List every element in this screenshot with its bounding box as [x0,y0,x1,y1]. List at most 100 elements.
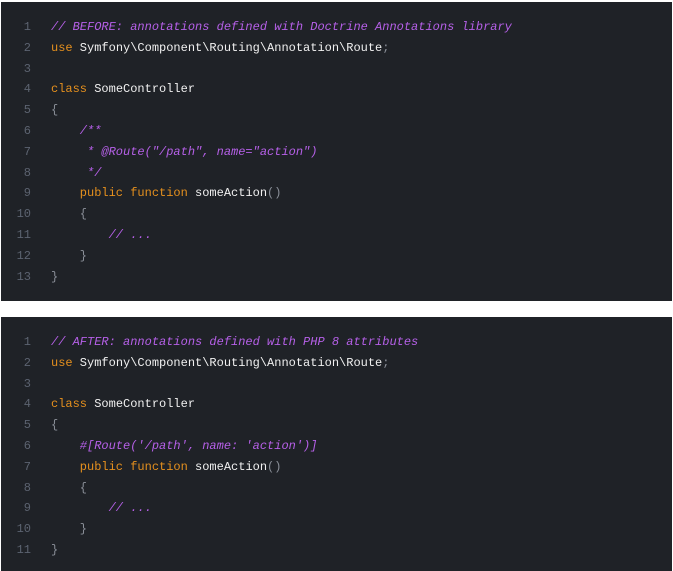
code-line: 2 use Symfony\Component\Routing\Annotatio… [1,38,672,59]
line-code: // AFTER: annotations defined with PHP 8… [51,332,418,353]
code-line: 10 } [1,519,672,540]
line-number: 2 [23,355,31,370]
code-token-punc: { [51,103,59,118]
code-block-before: 1 // BEFORE: annotations defined with Doc… [1,2,672,301]
code-line: 11} [1,540,672,561]
code-token-comment: // ... [51,501,152,516]
line-code: } [51,519,87,540]
line-number: 3 [23,61,31,76]
code-block-after: 1 // AFTER: annotations defined with PHP … [1,317,672,571]
code-token-punc: } [51,248,88,263]
line-number: 2 [23,40,31,55]
code-token-comment: * @Route("/path", name="action") [51,144,318,159]
code-token-punc: } [51,522,88,537]
line-code: /** [51,121,102,142]
code-line: 3 [1,374,672,395]
line-number: 13 [16,269,31,284]
line-number: 10 [16,522,31,537]
code-line: 7 * @Route("/path", name="action") [1,142,672,163]
code-token-punc: { [51,480,88,495]
line-number: 1 [23,335,31,349]
code-token-kw: class [51,397,88,412]
line-code: { [51,415,58,436]
code-token-punc: ; [382,40,390,55]
line-code: class SomeController [51,394,195,415]
code-token-text: Symfony\Component\Routing\Annotation\Rou… [72,40,383,55]
line-code: { [51,478,87,499]
code-line: 6 #[Route('/path', name: 'action')] [1,436,672,457]
code-line: 10 { [1,204,672,225]
code-line: 5{ [1,100,672,121]
code-token-punc: ; [382,355,390,370]
code-token-comment: */ [51,165,102,180]
code-line: 3 [1,59,672,80]
code-line: 4 class SomeController [1,394,672,415]
code-token-text: SomeController [87,82,196,97]
line-number: 8 [23,165,31,180]
line-number: 3 [23,376,31,391]
line-code: public function someAction() [51,457,282,478]
code-token-kw: class [51,82,88,97]
code-line: 8 */ [1,163,672,184]
line-number: 9 [23,186,31,201]
code-token-text: someAction [187,459,268,474]
code-line: 12 } [1,246,672,267]
code-token-text: someAction [187,186,268,201]
code-token-punc: } [51,269,59,284]
line-code: use Symfony\Component\Routing\Annotation… [51,38,389,59]
line-code: { [51,204,87,225]
line-number: 6 [23,123,31,138]
code-token-comment: /** [51,123,102,138]
line-code: // BEFORE: annotations defined with Doct… [51,17,512,38]
code-line: 9 // ... [1,498,672,519]
line-number: 11 [16,227,31,242]
code-token-punc: () [267,186,282,201]
code-token-text: Symfony\Component\Routing\Annotation\Rou… [72,355,383,370]
code-line: 8 { [1,478,672,499]
code-token-kw: public function [51,186,188,201]
code-token-punc: () [267,459,282,474]
line-code: class SomeController [51,79,195,100]
line-number: 10 [16,207,31,222]
code-line: 4 class SomeController [1,79,672,100]
line-number: 5 [23,103,31,118]
code-line: 1 // BEFORE: annotations defined with Doc… [1,17,672,38]
code-token-comment: // ... [51,227,152,242]
code-line: 7 public function someAction() [1,457,672,478]
line-code: #[Route('/path', name: 'action')] [51,436,318,457]
line-code: // ... [51,498,152,519]
line-number: 4 [23,82,31,97]
code-token-comment: #[Route('/path', name: 'action')] [51,438,318,453]
line-code: } [51,246,87,267]
line-number: 12 [16,248,31,263]
code-token-punc: { [51,418,59,433]
line-code: // ... [51,225,152,246]
code-token-comment: // AFTER: annotations defined with PHP 8… [51,335,419,349]
line-number: 4 [23,397,31,412]
line-number: 1 [23,20,31,34]
code-token-kw: use [51,355,73,370]
line-code: } [51,267,58,288]
line-number: 9 [23,501,31,516]
code-line: 9 public function someAction() [1,183,672,204]
line-number: 5 [23,418,31,433]
line-number: 7 [23,459,31,474]
code-token-kw: public function [51,459,188,474]
line-code: */ [51,163,101,184]
line-number: 8 [23,480,31,495]
code-token-punc: } [51,542,59,557]
line-number: 11 [16,542,31,557]
code-line: 13} [1,267,672,288]
line-code: use Symfony\Component\Routing\Annotation… [51,353,389,374]
code-token-punc: { [51,207,88,222]
line-number: 7 [23,144,31,159]
code-line: 11 // ... [1,225,672,246]
line-code: * @Route("/path", name="action") [51,142,317,163]
code-line: 1 // AFTER: annotations defined with PHP … [1,332,672,353]
code-line: 6 /** [1,121,672,142]
code-token-kw: use [51,40,73,55]
code-token-text: SomeController [87,397,196,412]
line-code: public function someAction() [51,183,282,204]
line-code: { [51,100,58,121]
code-line: 2 use Symfony\Component\Routing\Annotatio… [1,353,672,374]
